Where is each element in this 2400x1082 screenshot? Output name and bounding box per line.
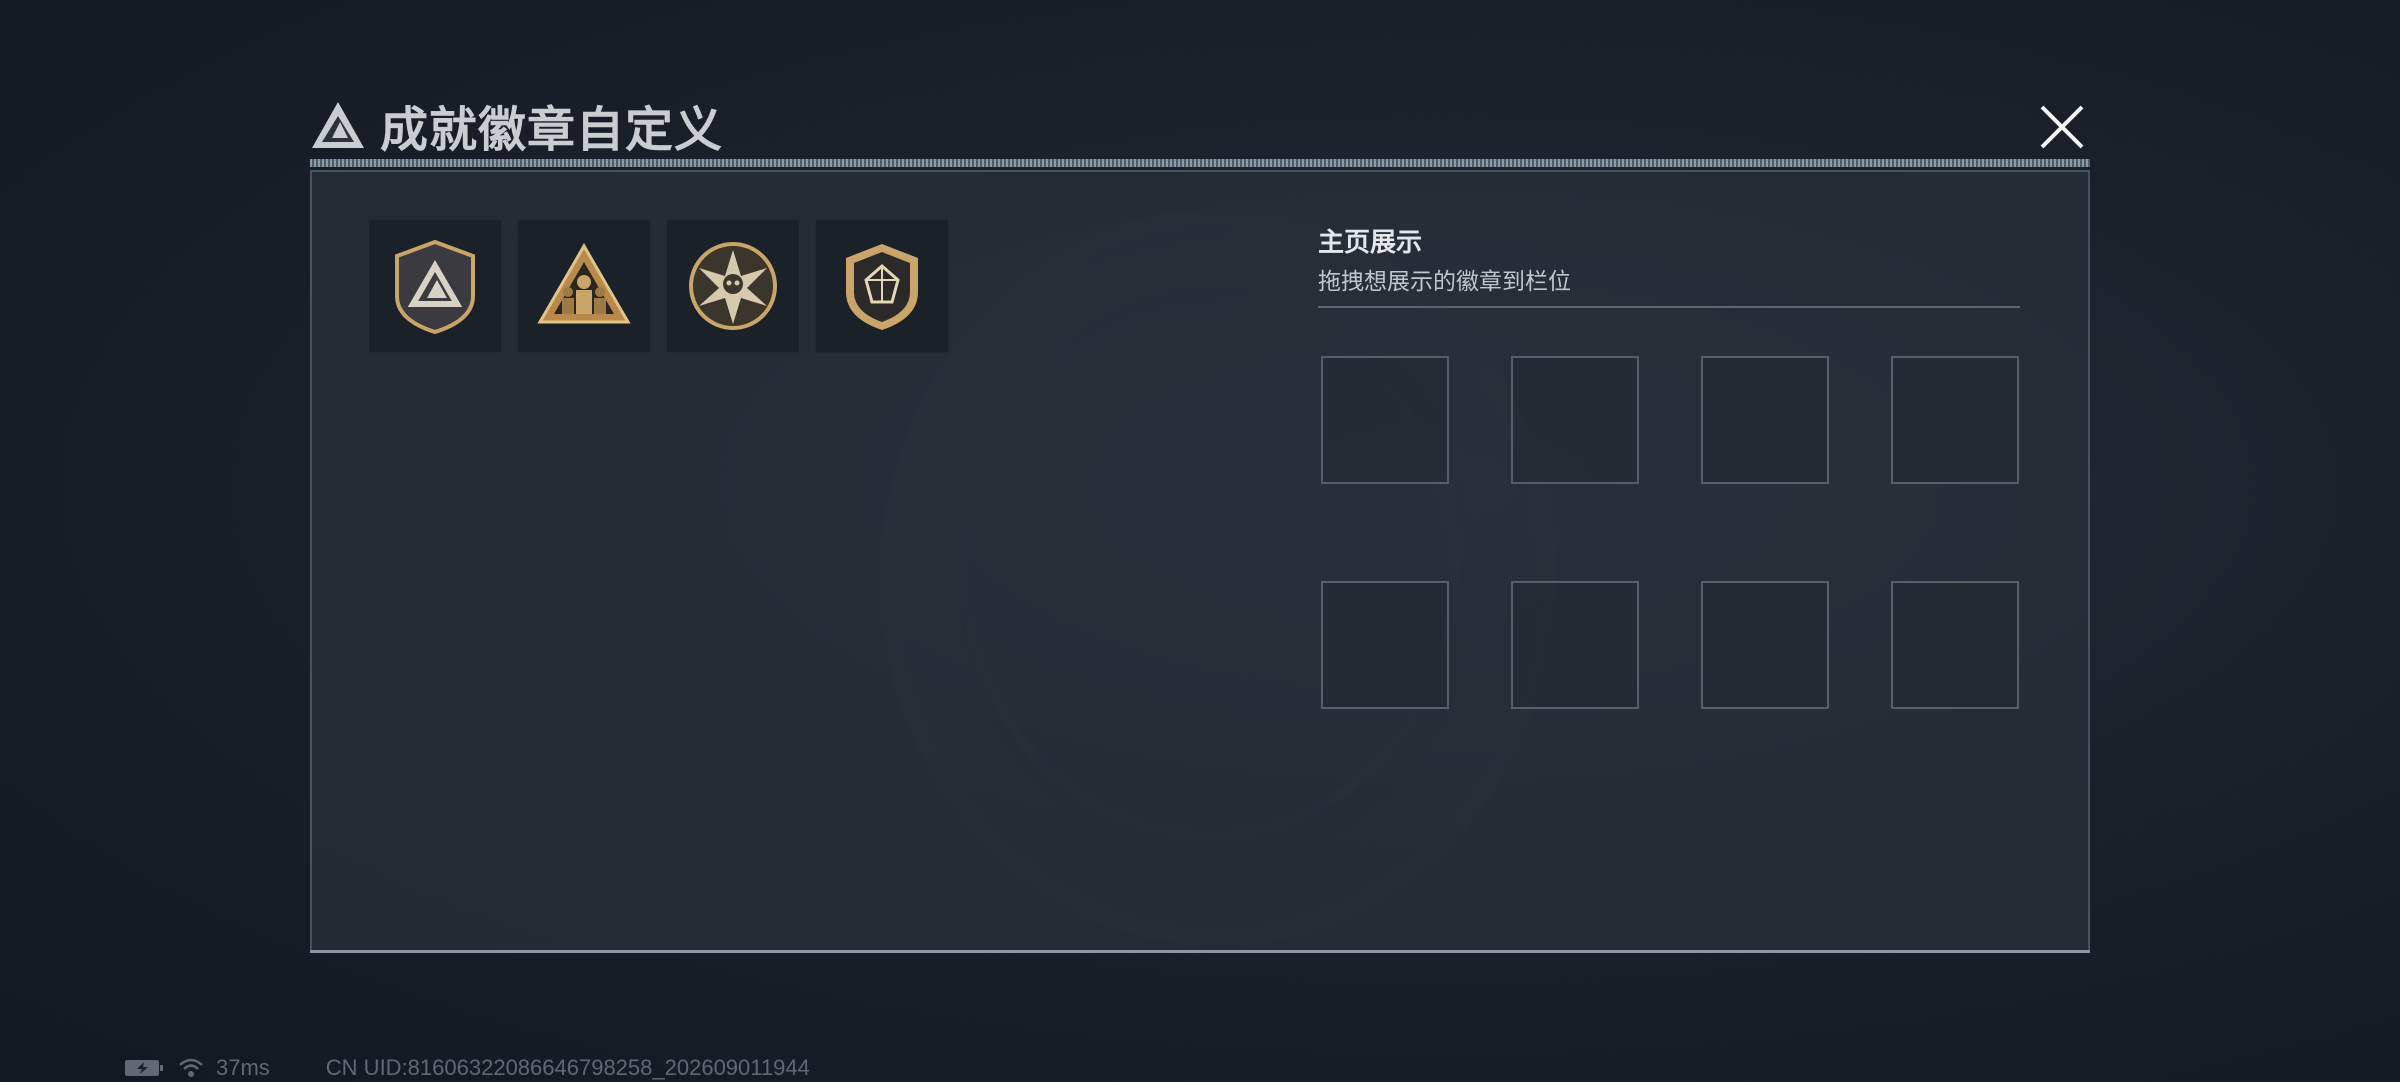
panel-top-border — [310, 159, 2090, 167]
display-section-title: 主页展示 — [1318, 227, 1423, 257]
star-skull-badge-icon — [689, 242, 777, 330]
wifi-icon — [179, 1058, 203, 1077]
triangle-logo-icon — [312, 102, 364, 148]
ping-readout: 37ms — [216, 1055, 270, 1080]
soldiers-triangle-badge-icon — [537, 243, 631, 324]
display-slot-4[interactable] — [1891, 356, 2019, 484]
display-slot-7[interactable] — [1701, 581, 1829, 709]
section-divider — [1318, 306, 2020, 308]
badge-collection — [368, 219, 949, 353]
badge-item-3[interactable] — [666, 219, 800, 353]
close-icon — [2040, 105, 2084, 149]
uid-text: CN UID:816063220866467982​58_20260901194… — [325, 1055, 810, 1080]
display-slot-8[interactable] — [1891, 581, 2019, 709]
dialog-header: 成就徽章自定义 — [310, 92, 723, 158]
display-slot-5[interactable] — [1321, 581, 1449, 709]
close-button[interactable] — [2034, 99, 2090, 155]
battery-charging-icon — [125, 1060, 163, 1076]
panel-bottom-border — [310, 950, 2090, 953]
display-slot-2[interactable] — [1511, 356, 1639, 484]
gem-shield-badge-icon — [846, 244, 918, 330]
badge-item-4[interactable] — [815, 219, 949, 353]
display-slot-3[interactable] — [1701, 356, 1829, 484]
display-section-subtitle: 拖拽想展示的徽章到栏位 — [1318, 268, 1571, 294]
page-title: 成就徽章自定义 — [380, 104, 724, 157]
shield-triangle-badge-icon — [395, 239, 475, 334]
display-slot-1[interactable] — [1321, 356, 1449, 484]
status-bar: 37ms CN UID:816063220866467982​58_202609… — [124, 1054, 810, 1082]
badge-item-2[interactable] — [517, 219, 651, 353]
display-slot-6[interactable] — [1511, 581, 1639, 709]
badge-item-1[interactable] — [368, 219, 502, 353]
display-slot-grid — [1321, 356, 2019, 709]
